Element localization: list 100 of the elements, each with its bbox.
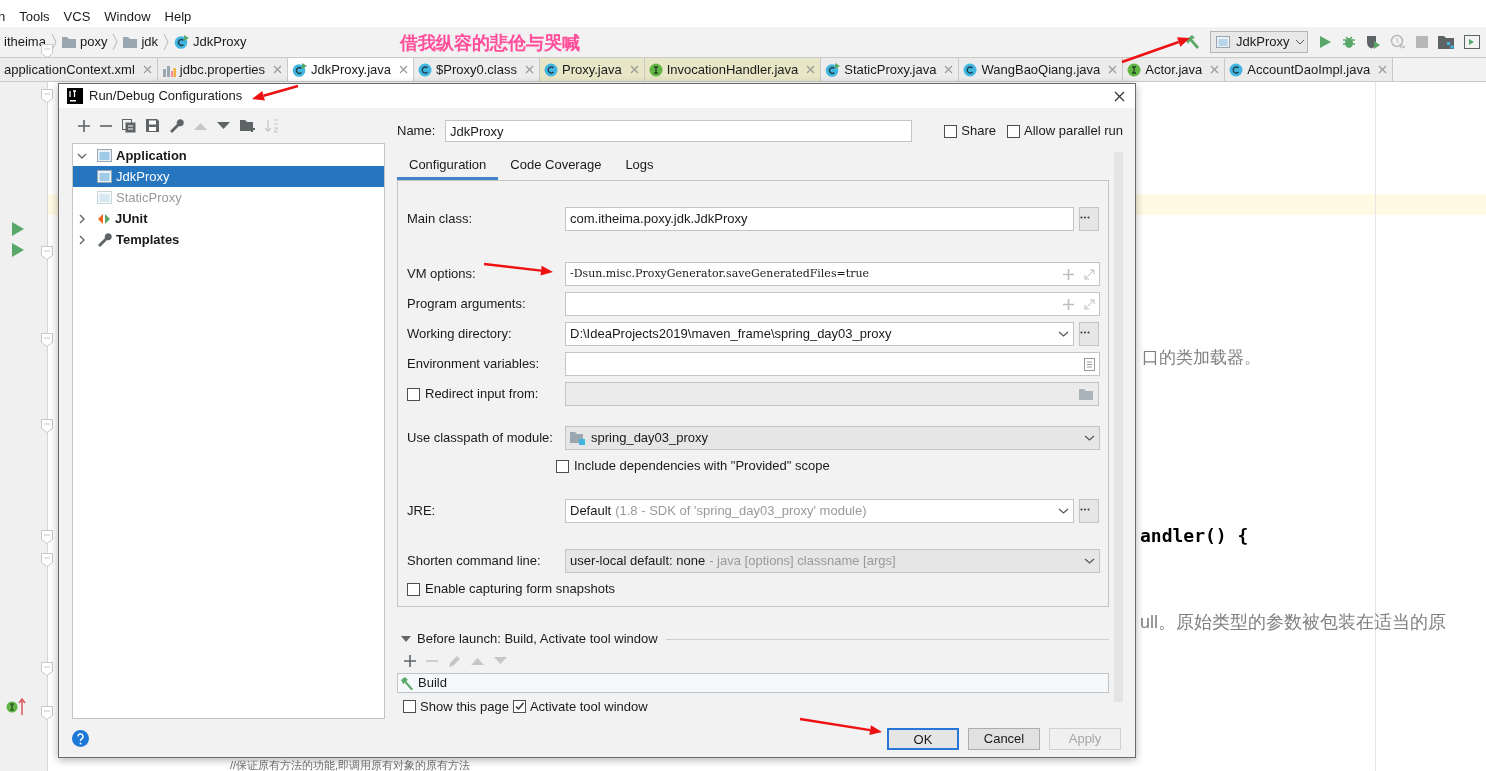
help-icon[interactable]: [72, 730, 89, 747]
fold-marker-icon[interactable]: [41, 246, 53, 260]
editor-tab[interactable]: StaticProxy.java: [821, 58, 960, 81]
checkbox-label: Show this page: [420, 700, 509, 713]
input-field[interactable]: com.itheima.poxy.jdk.JdkProxy: [565, 207, 1074, 231]
dropdown[interactable]: user-local default: none - java [options] classname [args]: [565, 549, 1100, 573]
expand-icon[interactable]: [1084, 298, 1095, 310]
checkbox[interactable]: [556, 459, 569, 473]
dropdown[interactable]: Default (1.8 - SDK of 'spring_day03_proxy' module): [565, 499, 1074, 523]
copy-icon[interactable]: [122, 118, 136, 133]
browse-button[interactable]: [1079, 322, 1099, 346]
fold-marker-icon[interactable]: [41, 530, 53, 544]
annotation-arrow: [252, 84, 299, 101]
fold-marker-icon[interactable]: [41, 662, 53, 676]
shield-run-icon[interactable]: [1366, 35, 1380, 49]
breadcrumb[interactable]: JdkProxy: [174, 32, 247, 52]
tab[interactable]: Logs: [613, 152, 666, 180]
list-icon[interactable]: [1084, 357, 1095, 371]
field-label: Program arguments:: [407, 296, 526, 312]
dropdown[interactable]: D:\IdeaProjects2019\maven_frame\spring_day03_proxy: [565, 322, 1074, 346]
menu-item[interactable]: VCS: [61, 7, 93, 27]
add-icon[interactable]: [78, 119, 90, 132]
editor-tab[interactable]: jdbc.properties: [157, 58, 289, 81]
editor-tab[interactable]: JdkProxy.java: [288, 58, 415, 81]
implemented-method-icon[interactable]: [6, 697, 28, 715]
field-label: JRE:: [407, 503, 436, 519]
bug-icon[interactable]: [1342, 35, 1356, 49]
editor-tab[interactable]: WangBaoQiang.java: [959, 58, 1124, 81]
ellipsis-icon: [1080, 507, 1090, 511]
editor-tab[interactable]: InvocationHandler.java: [644, 58, 822, 81]
tree-item[interactable]: Templates: [73, 229, 384, 250]
input-field[interactable]: -Dsun.misc.ProxyGenerator.saveGeneratedFiles=true: [565, 262, 1100, 286]
dialog-button[interactable]: Cancel: [968, 727, 1040, 750]
folder-icon: [61, 36, 76, 48]
caret-icon: [1058, 331, 1069, 337]
fold-marker-icon[interactable]: [41, 419, 53, 433]
fold-marker-icon[interactable]: [41, 553, 53, 567]
expanded-arrow-icon[interactable]: [401, 635, 411, 643]
browse-button[interactable]: [1079, 499, 1099, 523]
name-field[interactable]: JdkProxy: [445, 120, 912, 142]
checkbox[interactable]: [944, 124, 958, 138]
fold-marker-icon[interactable]: [41, 44, 53, 58]
section-title: Before launch: Build, Activate tool window: [417, 630, 658, 649]
breadcrumb[interactable]: jdk: [123, 32, 158, 52]
application-icon: [1216, 36, 1230, 48]
run-gutter-icon[interactable]: [12, 222, 24, 236]
input-field[interactable]: [565, 352, 1100, 376]
run-icon[interactable]: [1318, 35, 1332, 49]
checkbox[interactable]: [407, 582, 420, 596]
file-path-field[interactable]: [565, 382, 1099, 406]
tree-item[interactable]: Application: [73, 145, 384, 166]
wrench-icon[interactable]: [169, 118, 184, 133]
editor-tab[interactable]: applicationContext.xml: [0, 58, 158, 81]
module-icon: [570, 431, 585, 445]
input-field[interactable]: [565, 292, 1100, 316]
dialog-title: Run/Debug Configurations: [89, 87, 243, 106]
menu-item[interactable]: Window: [102, 7, 153, 27]
breadcrumb[interactable]: itheima: [4, 32, 46, 52]
field-label: Shorten command line:: [407, 553, 541, 569]
project-structure-icon[interactable]: [1438, 35, 1454, 49]
dialog-button[interactable]: OK: [887, 727, 959, 750]
run-gutter-icon[interactable]: [12, 243, 24, 257]
fold-marker-icon[interactable]: [41, 89, 53, 103]
runnable-class-icon: [174, 35, 189, 49]
editor-tab[interactable]: Proxy.java: [539, 58, 645, 81]
hammer-icon[interactable]: [1184, 34, 1200, 50]
checkbox[interactable]: [407, 387, 420, 401]
add-icon[interactable]: [404, 655, 416, 667]
browse-button[interactable]: [1079, 207, 1099, 231]
expand-icon[interactable]: [1084, 268, 1095, 280]
menu-item[interactable]: Help: [162, 7, 194, 27]
class-icon: [418, 62, 433, 77]
class-icon: [543, 62, 558, 77]
checkbox[interactable]: [1007, 124, 1020, 138]
fold-marker-icon[interactable]: [41, 333, 53, 347]
tree-item[interactable]: JUnit: [73, 208, 384, 229]
save-icon[interactable]: [146, 119, 159, 132]
wrench-icon: [97, 232, 112, 247]
tab[interactable]: Code Coverage: [498, 152, 614, 180]
editor-tab[interactable]: AccountDaoImpl.java: [1225, 58, 1394, 81]
folder-icon[interactable]: [1079, 388, 1094, 400]
run-configuration-dropdown[interactable]: JdkProxy: [1210, 31, 1308, 53]
class-icon: [1229, 62, 1244, 77]
tool-window-icon[interactable]: [1464, 35, 1480, 49]
breadcrumb[interactable]: poxy: [61, 32, 108, 52]
field-label: Environment variables:: [407, 356, 540, 372]
new-folder-icon[interactable]: [240, 119, 255, 132]
editor-tab[interactable]: Actor.java: [1123, 58, 1226, 81]
caret-icon: [1084, 558, 1095, 564]
editor-tab[interactable]: $Proxy0.class: [414, 58, 540, 81]
checkbox[interactable]: [403, 700, 416, 713]
move-down-icon[interactable]: [217, 121, 230, 130]
tree-item[interactable]: JdkProxy: [73, 166, 384, 187]
dropdown[interactable]: spring_day03_proxy: [565, 426, 1100, 450]
fold-marker-icon[interactable]: [41, 706, 53, 720]
field-label: Main class:: [407, 211, 473, 227]
close-icon[interactable]: [1114, 90, 1125, 102]
list-item[interactable]: Build: [398, 673, 447, 693]
checkbox[interactable]: [512, 700, 526, 713]
menu-item[interactable]: Tools: [17, 7, 52, 27]
